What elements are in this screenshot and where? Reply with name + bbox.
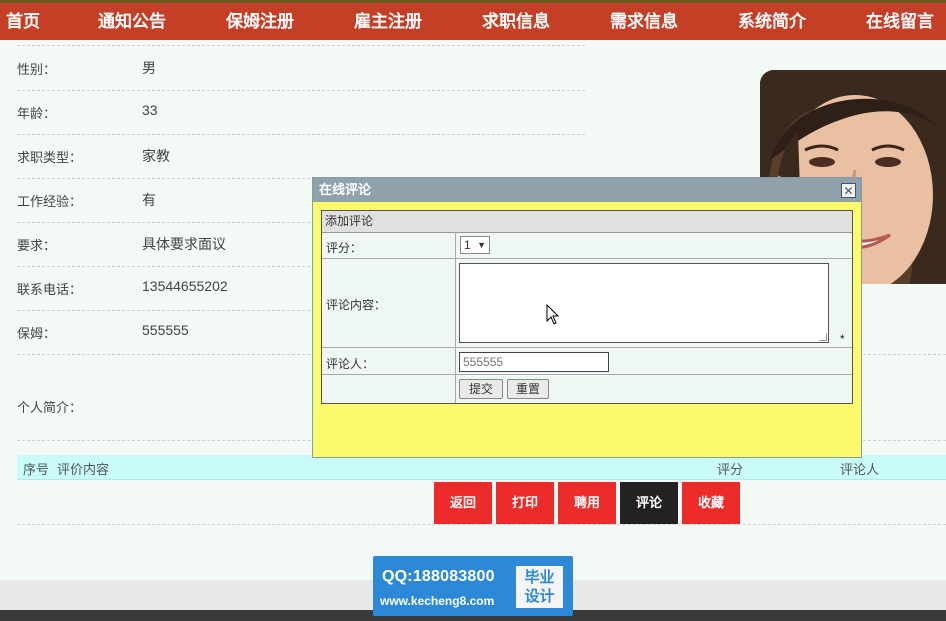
reset-button[interactable]: 重置 [507,379,549,399]
nav-item-job-seeking[interactable]: 求职信息 [482,3,550,40]
score-select-value: 1 [464,238,471,252]
detail-row-gender: 性别： 男 [17,46,585,91]
dialog-title: 在线评论 [319,182,372,197]
score-select[interactable]: 1 ▼ [460,236,490,254]
favorite-button[interactable]: 收藏 [682,482,740,524]
detail-row-job-type: 求职类型： 家教 [17,134,585,179]
chevron-down-icon: ▼ [477,240,486,250]
content-label: 评论内容： [326,298,387,312]
comment-dialog: 在线评论 ✕ 添加评论 评分： 1 ▼ 评论内容： * 评论人： 555555 … [312,177,862,458]
detail-value: 家教 [142,148,170,164]
nav-item-nanny-register[interactable]: 保姆注册 [226,3,294,40]
form-row-divider [322,347,852,348]
detail-value: 555555 [142,322,189,338]
comment-content-textarea[interactable] [459,263,829,343]
comment-form: 添加评论 评分： 1 ▼ 评论内容： * 评论人： 555555 提交 重置 [321,210,853,404]
nav-item-home[interactable]: 首页 [6,3,40,40]
col-header-commenter: 评论人 [840,462,880,477]
commenter-label: 评论人： [326,357,375,371]
commenter-input[interactable]: 555555 [459,352,609,372]
nav-item-demand[interactable]: 需求信息 [610,3,678,40]
watermark-url: www.kecheng8.com [380,594,495,608]
watermark-box: 毕业 设计 [516,566,563,608]
divider [17,524,946,525]
detail-label: 求职类型： [17,150,83,165]
intro-label: 个人简介： [17,400,83,415]
detail-value: 具体要求面议 [142,236,226,252]
col-header-index: 序号 [23,462,50,477]
col-header-score: 评分 [717,462,744,477]
nav-item-about[interactable]: 系统简介 [738,3,806,40]
form-section-header: 添加评论 [322,211,852,233]
detail-value: 男 [142,60,156,76]
detail-label: 联系电话： [17,282,83,297]
form-section-title: 添加评论 [325,214,374,228]
watermark-qq: QQ:188083800 [382,568,495,585]
back-button[interactable]: 返回 [434,482,492,524]
resize-handle-icon[interactable] [819,333,827,341]
dialog-titlebar[interactable]: 在线评论 ✕ [313,178,861,202]
main-nav: 首页 通知公告 保姆注册 雇主注册 求职信息 需求信息 系统简介 在线留言 [0,3,946,40]
score-label: 评分： [326,241,363,255]
comments-table-header: 序号 评价内容 评分 评论人 [17,455,946,480]
nav-item-notices[interactable]: 通知公告 [98,3,166,40]
detail-label: 工作经验： [17,194,83,209]
detail-value: 33 [142,102,158,118]
mouse-pointer-icon [546,303,560,329]
submit-button[interactable]: 提交 [459,379,503,399]
form-row-divider [322,374,852,375]
detail-label: 年龄： [17,106,57,121]
comment-button[interactable]: 评论 [620,482,678,524]
form-row-divider [322,258,852,259]
required-mark: * [840,332,845,346]
print-button[interactable]: 打印 [496,482,554,524]
detail-label: 要求： [17,238,57,253]
detail-label: 性别： [17,62,57,77]
detail-row-age: 年龄： 33 [17,90,585,135]
nav-item-guestbook[interactable]: 在线留言 [866,3,934,40]
hire-button[interactable]: 聘用 [558,482,616,524]
watermark-box-line1: 毕业 [524,569,555,586]
detail-value: 有 [142,192,156,208]
detail-value: 13544655202 [142,278,228,294]
watermark-badge: QQ:188083800 www.kecheng8.com 毕业 设计 [373,556,573,616]
nav-item-employer-register[interactable]: 雇主注册 [354,3,422,40]
close-icon[interactable]: ✕ [841,183,856,198]
watermark-box-line2: 设计 [524,588,555,605]
col-header-content: 评价内容 [57,462,110,477]
detail-label: 保姆： [17,326,57,341]
